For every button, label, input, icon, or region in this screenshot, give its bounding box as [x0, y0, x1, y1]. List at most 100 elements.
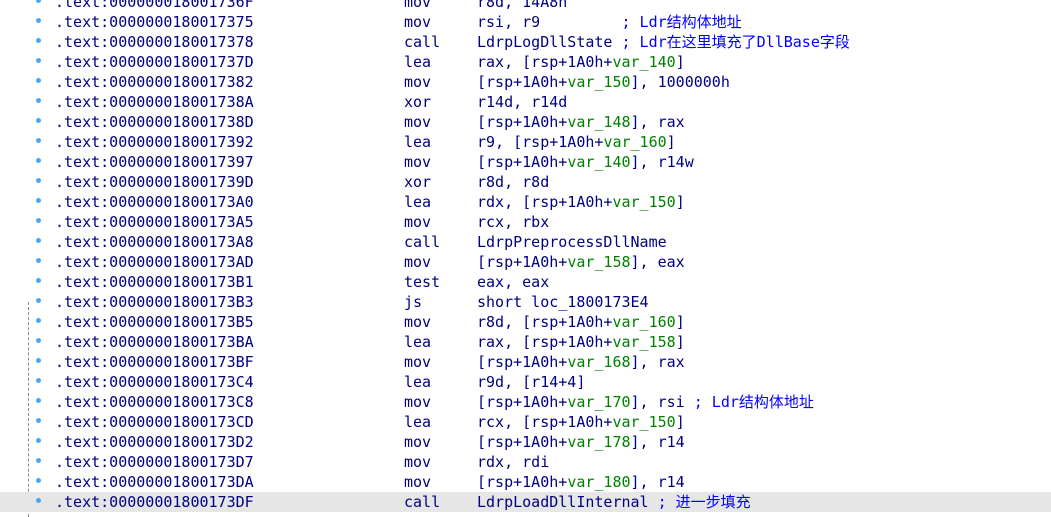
- listing-row[interactable]: .text:00000001800173BA lea rax, [rsp+1A0h+…: [0, 332, 1051, 352]
- listing-row[interactable]: .text:0000000180017392 lea r9, [rsp+1A0h+v…: [0, 132, 1051, 152]
- breakpoint-dot-icon[interactable]: [36, 198, 41, 203]
- instruction-mnemonic[interactable]: mov: [404, 452, 431, 472]
- listing-row[interactable]: .text:00000001800173D7 mov rdx, rdi: [0, 452, 1051, 472]
- breakpoint-dot-icon[interactable]: [36, 298, 41, 303]
- local-variable-ref[interactable]: var_158: [567, 253, 630, 271]
- operand-text[interactable]: rax, [rsp+1A0h+: [477, 53, 612, 71]
- operand-text[interactable]: r8d, 14A8h: [477, 0, 567, 11]
- listing-row[interactable]: .text:00000001800173A5 mov rcx, rbx: [0, 212, 1051, 232]
- instruction-mnemonic[interactable]: lea: [404, 52, 431, 72]
- instruction-operands[interactable]: [rsp+1A0h+var_150], 1000000h: [477, 72, 730, 92]
- operand-text[interactable]: ], r14: [631, 433, 685, 451]
- operand-text[interactable]: [rsp+1A0h+: [477, 73, 567, 91]
- breakpoint-dot-icon[interactable]: [36, 98, 41, 103]
- local-variable-ref[interactable]: var_148: [567, 113, 630, 131]
- operand-text[interactable]: ]: [676, 313, 685, 331]
- operand-text[interactable]: [rsp+1A0h+: [477, 113, 567, 131]
- operand-text[interactable]: [rsp+1A0h+: [477, 473, 567, 491]
- instruction-address[interactable]: .text:00000001800173B1: [55, 272, 254, 292]
- instruction-address[interactable]: .text:00000001800173A5: [55, 212, 254, 232]
- instruction-operands[interactable]: [rsp+1A0h+var_178], r14: [477, 432, 685, 452]
- breakpoint-dot-icon[interactable]: [36, 258, 41, 263]
- instruction-address[interactable]: .text:00000001800173D7: [55, 452, 254, 472]
- local-variable-ref[interactable]: var_150: [612, 193, 675, 211]
- instruction-mnemonic[interactable]: lea: [404, 372, 431, 392]
- operand-text[interactable]: rcx, [rsp+1A0h+: [477, 413, 612, 431]
- local-variable-ref[interactable]: var_160: [603, 133, 666, 151]
- breakpoint-dot-icon[interactable]: [36, 338, 41, 343]
- instruction-operands[interactable]: r14d, r14d: [477, 92, 567, 112]
- operand-text[interactable]: [rsp+1A0h+: [477, 353, 567, 371]
- instruction-mnemonic[interactable]: mov: [404, 432, 431, 452]
- instruction-address[interactable]: .text:00000001800173AD: [55, 252, 254, 272]
- instruction-mnemonic[interactable]: call: [404, 32, 440, 52]
- listing-row[interactable]: .text:00000001800173A0 lea rdx, [rsp+1A0h+…: [0, 192, 1051, 212]
- instruction-operands[interactable]: r8d, r8d: [477, 172, 549, 192]
- instruction-mnemonic[interactable]: lea: [404, 132, 431, 152]
- instruction-mnemonic[interactable]: mov: [404, 212, 431, 232]
- instruction-address[interactable]: .text:00000001800173C4: [55, 372, 254, 392]
- instruction-operands[interactable]: [rsp+1A0h+var_180], r14: [477, 472, 685, 492]
- operand-text[interactable]: rsi, r9: [477, 13, 622, 31]
- instruction-operands[interactable]: rax, [rsp+1A0h+var_158]: [477, 332, 685, 352]
- instruction-mnemonic[interactable]: call: [404, 232, 440, 252]
- operand-text[interactable]: r8d, [rsp+1A0h+: [477, 313, 612, 331]
- instruction-address[interactable]: .text:00000001800173C8: [55, 392, 254, 412]
- instruction-operands[interactable]: LdrpLogDllState ; Ldr在这里填充了DllBase字段: [477, 32, 850, 52]
- instruction-mnemonic[interactable]: mov: [404, 252, 431, 272]
- operand-text[interactable]: r8d, r8d: [477, 173, 549, 191]
- breakpoint-dot-icon[interactable]: [36, 58, 41, 63]
- instruction-mnemonic[interactable]: mov: [404, 352, 431, 372]
- instruction-address[interactable]: .text:00000001800173CD: [55, 412, 254, 432]
- instruction-operands[interactable]: rcx, [rsp+1A0h+var_150]: [477, 412, 685, 432]
- breakpoint-dot-icon[interactable]: [36, 238, 41, 243]
- instruction-address[interactable]: .text:000000018001738A: [55, 92, 254, 112]
- instruction-operands[interactable]: LdrpPreprocessDllName: [477, 232, 667, 252]
- breakpoint-dot-icon[interactable]: [36, 138, 41, 143]
- operand-text[interactable]: rcx, rbx: [477, 213, 549, 231]
- breakpoint-dot-icon[interactable]: [36, 318, 41, 323]
- listing-row[interactable]: .text:00000001800173B5 mov r8d, [rsp+1A0h+…: [0, 312, 1051, 332]
- listing-row[interactable]: .text:0000000180017375 mov rsi, r9 ; Ldr结构…: [0, 12, 1051, 32]
- breakpoint-dot-icon[interactable]: [36, 358, 41, 363]
- instruction-mnemonic[interactable]: mov: [404, 12, 431, 32]
- breakpoint-dot-icon[interactable]: [36, 278, 41, 283]
- instruction-operands[interactable]: [rsp+1A0h+var_168], rax: [477, 352, 685, 372]
- operand-text[interactable]: [rsp+1A0h+: [477, 153, 567, 171]
- instruction-mnemonic[interactable]: mov: [404, 72, 431, 92]
- listing-row[interactable]: .text:000000018001736F mov r8d, 14A8h: [0, 0, 1051, 12]
- operand-text[interactable]: LdrpLoadDllInternal: [477, 493, 658, 511]
- breakpoint-dot-icon[interactable]: [36, 498, 41, 503]
- operand-text[interactable]: rax, [rsp+1A0h+: [477, 333, 612, 351]
- operand-text[interactable]: [rsp+1A0h+: [477, 253, 567, 271]
- instruction-address[interactable]: .text:0000000180017375: [55, 12, 254, 32]
- instruction-address[interactable]: .text:0000000180017382: [55, 72, 254, 92]
- operand-text[interactable]: r14d, r14d: [477, 93, 567, 111]
- breakpoint-dot-icon[interactable]: [36, 378, 41, 383]
- operand-text[interactable]: short loc_1800173E4: [477, 293, 649, 311]
- breakpoint-dot-icon[interactable]: [36, 458, 41, 463]
- listing-row[interactable]: .text:00000001800173C4 lea r9d, [r14+4]: [0, 372, 1051, 392]
- operand-text[interactable]: ], 1000000h: [631, 73, 730, 91]
- instruction-mnemonic[interactable]: call: [404, 492, 440, 512]
- instruction-address[interactable]: .text:000000018001739D: [55, 172, 254, 192]
- instruction-operands[interactable]: rsi, r9 ; Ldr结构体地址: [477, 12, 742, 32]
- listing-row[interactable]: .text:0000000180017397 mov [rsp+1A0h+var_1…: [0, 152, 1051, 172]
- operand-text[interactable]: [rsp+1A0h+: [477, 433, 567, 451]
- local-variable-ref[interactable]: var_140: [612, 53, 675, 71]
- instruction-mnemonic[interactable]: mov: [404, 472, 431, 492]
- listing-row[interactable]: .text:0000000180017382 mov [rsp+1A0h+var_1…: [0, 72, 1051, 92]
- local-variable-ref[interactable]: var_168: [567, 353, 630, 371]
- instruction-operands[interactable]: rcx, rbx: [477, 212, 549, 232]
- disassembly-view[interactable]: .text:000000018001736F mov r8d, 14A8h .text…: [0, 0, 1051, 517]
- operand-text[interactable]: ]: [676, 53, 685, 71]
- breakpoint-dot-icon[interactable]: [36, 158, 41, 163]
- operand-text[interactable]: r9, [rsp+1A0h+: [477, 133, 603, 151]
- breakpoint-dot-icon[interactable]: [36, 478, 41, 483]
- local-variable-ref[interactable]: var_150: [567, 73, 630, 91]
- instruction-mnemonic[interactable]: xor: [404, 92, 431, 112]
- instruction-address[interactable]: .text:00000001800173DF: [55, 492, 254, 512]
- instruction-mnemonic[interactable]: lea: [404, 332, 431, 352]
- instruction-address[interactable]: .text:00000001800173A0: [55, 192, 254, 212]
- operand-text[interactable]: ], r14: [631, 473, 685, 491]
